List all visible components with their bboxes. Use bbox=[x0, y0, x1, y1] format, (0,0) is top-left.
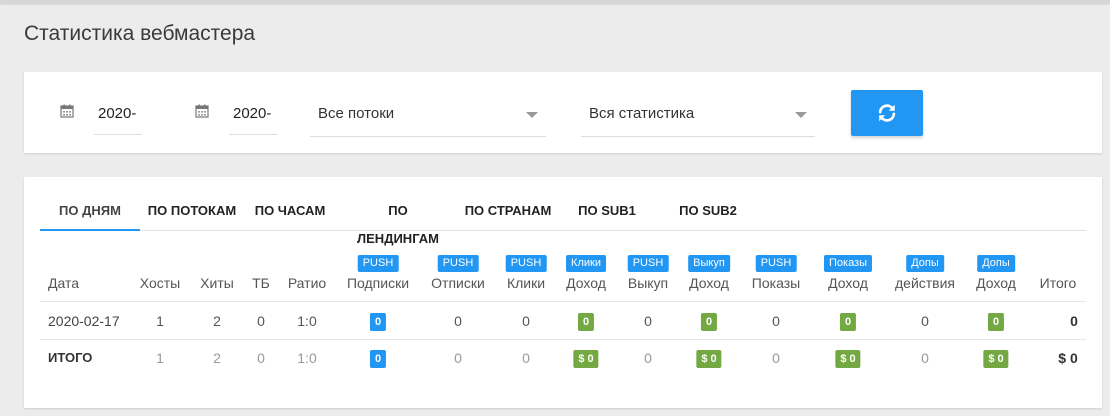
cell-impressions: 0 bbox=[772, 313, 780, 329]
header-badge: Допы bbox=[977, 255, 1015, 272]
column-header-hits[interactable]: Хиты bbox=[200, 275, 234, 291]
row-divider bbox=[40, 339, 1086, 340]
column-header-hosts[interactable]: Хосты bbox=[140, 275, 180, 291]
refresh-icon bbox=[878, 104, 896, 122]
cell-date: 2020-02-17 bbox=[48, 313, 120, 329]
refresh-button[interactable] bbox=[851, 90, 923, 136]
date-to-input[interactable] bbox=[229, 92, 277, 135]
cell-ratio: 1:0 bbox=[297, 313, 317, 329]
tabs-bar: ПО ДНЯМ ПО ПОТОКАМ ПО ЧАСАМ ПО ЛЕНДИНГАМ… bbox=[40, 197, 1086, 246]
page-title: Статистика вебмастера bbox=[24, 22, 256, 45]
chevron-down-icon bbox=[795, 112, 807, 118]
row-divider bbox=[40, 301, 1086, 302]
tab-by-landings[interactable]: ПО ЛЕНДИНГАМ bbox=[346, 197, 450, 246]
tab-by-days[interactable]: ПО ДНЯМ bbox=[40, 197, 140, 231]
column-header-date[interactable]: Дата bbox=[48, 275, 79, 291]
top-bar bbox=[0, 0, 1110, 3]
column-header-buyout[interactable]: Выкуп bbox=[628, 275, 668, 291]
cell-tb: 0 bbox=[257, 313, 265, 329]
tab-by-sub1[interactable]: ПО SUB1 bbox=[578, 197, 636, 229]
tab-by-countries[interactable]: ПО СТРАНАМ bbox=[464, 197, 552, 229]
date-from-input[interactable] bbox=[94, 92, 142, 135]
tab-by-hours[interactable]: ПО ЧАСАМ bbox=[252, 197, 328, 229]
cell-impressions-income-badge: $ 0 bbox=[835, 350, 861, 368]
column-header-total[interactable]: Итого bbox=[1040, 275, 1077, 291]
chevron-down-icon bbox=[526, 112, 538, 118]
stream-select[interactable]: Все потоки bbox=[310, 92, 546, 137]
column-header-subscriptions[interactable]: Подписки bbox=[347, 275, 409, 291]
cell-impressions-income-badge: 0 bbox=[839, 313, 857, 331]
cell-hosts: 1 bbox=[156, 313, 164, 329]
cell-hits: 2 bbox=[213, 313, 221, 329]
header-badge: PUSH bbox=[755, 255, 797, 272]
calendar-icon[interactable] bbox=[195, 104, 209, 118]
cell-extra-actions: 0 bbox=[921, 350, 929, 366]
stream-select-value: Все потоки bbox=[318, 105, 395, 122]
stats-select[interactable]: Вся статистика bbox=[581, 92, 815, 137]
cell-impressions: 0 bbox=[772, 350, 780, 366]
cell-hosts: 1 bbox=[156, 350, 164, 366]
cell-buyout: 0 bbox=[644, 350, 652, 366]
column-header-unsubscriptions[interactable]: Отписки bbox=[431, 275, 485, 291]
calendar-icon[interactable] bbox=[60, 104, 74, 118]
cell-total: $ 0 bbox=[1058, 350, 1078, 366]
cell-tb: 0 bbox=[257, 350, 265, 366]
column-header-ratio[interactable]: Ратио bbox=[288, 275, 326, 291]
header-badge: PUSH bbox=[357, 255, 399, 272]
header-badge: Допы bbox=[906, 255, 944, 272]
cell-extra-income-badge: $ 0 bbox=[983, 350, 1009, 368]
header-badge: Показы bbox=[823, 255, 873, 272]
column-header-tb[interactable]: ТБ bbox=[252, 275, 270, 291]
column-header-extra-income[interactable]: Доход bbox=[976, 275, 1016, 291]
cell-hits: 2 bbox=[213, 350, 221, 366]
column-header-buyout-income[interactable]: Доход bbox=[689, 275, 729, 291]
cell-totals-label: ИТОГО bbox=[48, 350, 93, 365]
header-badge: PUSH bbox=[437, 255, 479, 272]
cell-clicks: 0 bbox=[522, 350, 530, 366]
tab-by-streams[interactable]: ПО ПОТОКАМ bbox=[144, 197, 240, 229]
cell-buyout: 0 bbox=[644, 313, 652, 329]
cell-buyout-income-badge: 0 bbox=[700, 313, 718, 331]
cell-ratio: 1:0 bbox=[297, 350, 317, 366]
stats-panel: ПО ДНЯМ ПО ПОТОКАМ ПО ЧАСАМ ПО ЛЕНДИНГАМ… bbox=[24, 177, 1102, 408]
cell-unsubscriptions: 0 bbox=[454, 350, 462, 366]
header-badge: Клики bbox=[566, 255, 606, 272]
column-header-clicks[interactable]: Клики bbox=[507, 275, 545, 291]
cell-subscriptions-badge: 0 bbox=[369, 350, 387, 368]
cell-subscriptions-badge: 0 bbox=[369, 313, 387, 331]
column-header-impressions-income[interactable]: Доход bbox=[828, 275, 868, 291]
cell-buyout-income-badge: $ 0 bbox=[696, 350, 722, 368]
header-badge: Выкуп bbox=[688, 255, 730, 272]
cell-click-income-badge: $ 0 bbox=[573, 350, 599, 368]
cell-click-income-badge: 0 bbox=[577, 313, 595, 331]
cell-total: 0 bbox=[1070, 313, 1078, 329]
cell-extra-income-badge: 0 bbox=[987, 313, 1005, 331]
column-header-extra-actions[interactable]: действия bbox=[895, 275, 955, 291]
tab-by-sub2[interactable]: ПО SUB2 bbox=[678, 197, 738, 229]
header-badge: PUSH bbox=[505, 255, 547, 272]
cell-clicks: 0 bbox=[522, 313, 530, 329]
stats-select-value: Вся статистика bbox=[589, 105, 695, 122]
cell-unsubscriptions: 0 bbox=[454, 313, 462, 329]
filter-panel: Все потоки Вся статистика bbox=[24, 72, 1102, 153]
cell-extra-actions: 0 bbox=[921, 313, 929, 329]
header-badge: PUSH bbox=[627, 255, 669, 272]
column-header-click-income[interactable]: Доход bbox=[566, 275, 606, 291]
column-header-impressions[interactable]: Показы bbox=[752, 275, 800, 291]
